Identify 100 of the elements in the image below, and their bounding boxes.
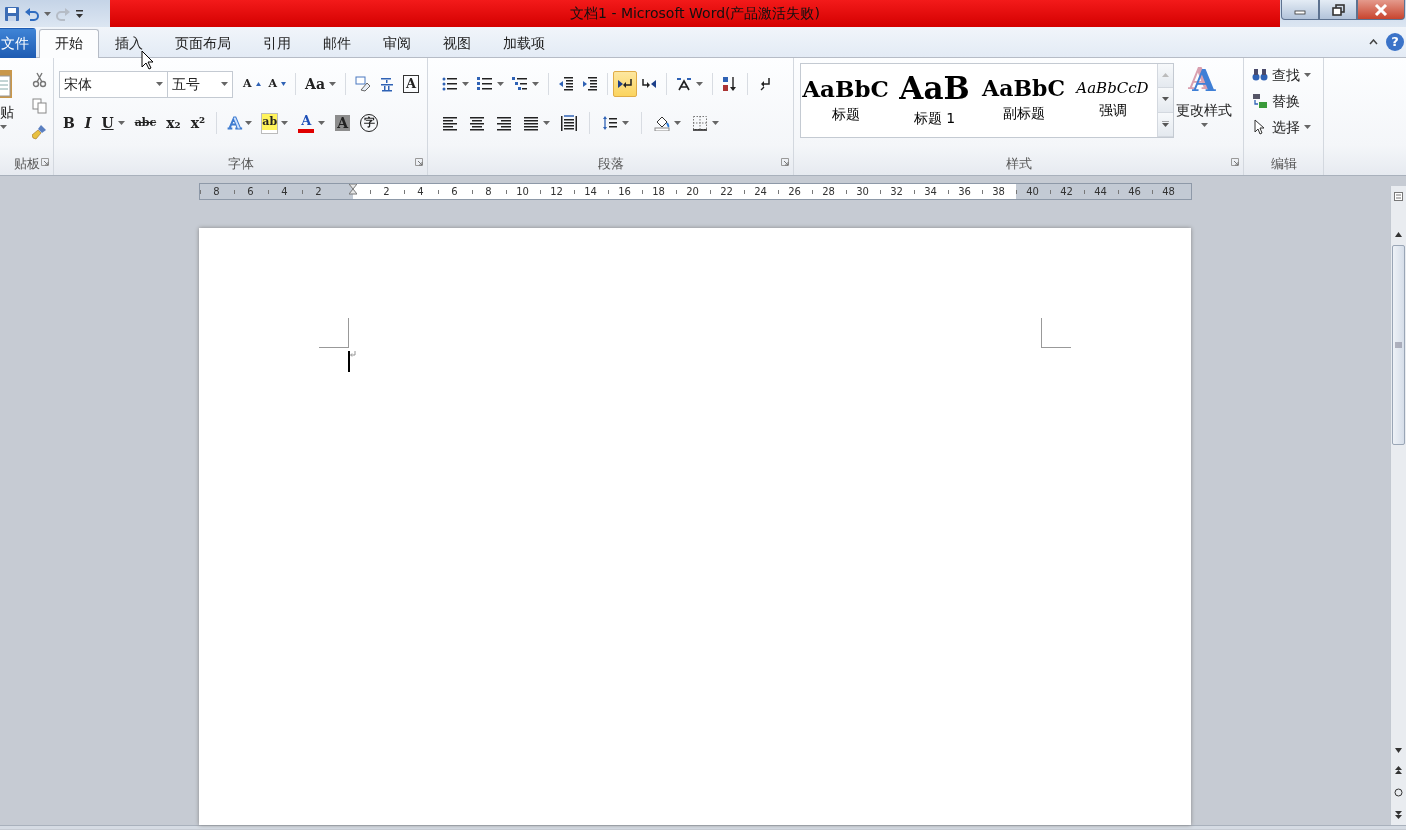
dialog-launcher-button[interactable] [41, 158, 49, 166]
character-border-button[interactable]: A [399, 71, 424, 97]
grip-icon [1395, 342, 1402, 348]
caret-icon [44, 11, 51, 16]
ruler-number: 32 [890, 185, 903, 199]
caret-icon [318, 121, 326, 125]
gallery-more-button[interactable] [1158, 112, 1173, 137]
clipboard-icon [0, 68, 14, 100]
ruler-number: 22 [720, 185, 733, 199]
group-label: 字体 [227, 155, 254, 174]
dialog-launcher-button[interactable] [781, 158, 789, 166]
font-color-button[interactable]: A [294, 110, 330, 136]
ruler-number: 48 [1162, 185, 1175, 199]
change-case-button[interactable]: Aa [301, 71, 341, 97]
style-option[interactable]: AaBbCcD 强调 [1068, 64, 1157, 137]
ruler-number: 10 [516, 185, 529, 199]
ruler-number: 4 [417, 185, 424, 199]
character-shading-button[interactable]: A [331, 110, 355, 136]
minimize-button[interactable] [1281, 0, 1319, 20]
ribbon-tab[interactable]: 插入 [99, 29, 159, 58]
caret-icon [117, 121, 125, 125]
file-tab[interactable]: 文件 [0, 28, 36, 58]
caret-icon [156, 82, 163, 86]
customize-icon[interactable] [75, 7, 84, 20]
ruler[interactable]: 8 6 4 2 2 4 6 8 10 12 14 16 18 20 22 24 26 28 30 32 34 36 38 40 42 44 46 48 [198, 183, 1192, 200]
ribbon-tab[interactable]: 审阅 [367, 29, 427, 58]
dialog-launcher-button[interactable] [415, 158, 423, 166]
align-center-icon [469, 115, 485, 131]
numbered-list-icon [477, 76, 493, 92]
caret-icon [532, 82, 539, 86]
caret-icon [543, 121, 550, 125]
align-right-icon [496, 115, 512, 131]
asian-layout-icon [676, 76, 692, 92]
find-button[interactable]: 查找 [1248, 62, 1315, 88]
ruler-number: 8 [213, 185, 220, 199]
ruler-number: 42 [1060, 185, 1073, 199]
caret-icon [281, 121, 289, 125]
font-size-dropdown[interactable]: 五号 [168, 70, 233, 98]
chevron-down-icon [1162, 97, 1169, 103]
ruler-number: 24 [754, 185, 767, 199]
scroll-thumb[interactable] [1392, 245, 1405, 445]
help-button[interactable]: ? [1386, 33, 1404, 51]
highlight-button[interactable]: ab [258, 110, 293, 136]
gallery-down-button[interactable] [1158, 88, 1173, 113]
style-option[interactable]: AaBbC 副标题 [979, 64, 1068, 137]
caret-icon [622, 121, 629, 125]
distributed-icon [561, 115, 577, 131]
ruler-number: 20 [686, 185, 699, 199]
up-arrow-icon [1394, 230, 1403, 239]
save-icon[interactable] [4, 5, 20, 22]
copy-icon [32, 98, 48, 114]
ribbon-tab[interactable]: 开始 [39, 29, 99, 58]
ribbon-tab[interactable]: 页面布局 [159, 29, 247, 58]
shrink-font-button[interactable]: A [264, 71, 291, 97]
caret-icon [497, 82, 504, 86]
left-to-right-button[interactable] [613, 71, 637, 97]
crop-mark [319, 318, 349, 348]
strikethrough-button[interactable]: abc [130, 110, 161, 136]
change-styles-button[interactable]: A 更改样式 [1174, 58, 1234, 153]
style-option[interactable]: AaB 标题 1 [890, 64, 979, 137]
caret-icon [1304, 125, 1311, 129]
close-icon [1374, 3, 1388, 16]
crop-mark [1041, 318, 1071, 348]
ribbon-tab[interactable]: 引用 [247, 29, 307, 58]
mouse-pointer-icon [141, 50, 154, 70]
style-option[interactable]: AaBbC 标题 [801, 64, 890, 137]
subscript-button[interactable]: x₂ [162, 110, 185, 136]
ruler-toggle-icon [1394, 191, 1403, 201]
chevron-up-icon [1162, 72, 1169, 79]
underline-button[interactable]: U [97, 110, 129, 136]
ribbon-tab[interactable]: 视图 [427, 29, 487, 58]
ruler-number: 28 [822, 185, 835, 199]
expand-icon [1162, 121, 1169, 128]
enclosed-character-button[interactable]: 字 [356, 110, 383, 136]
dialog-launcher-icon [1231, 158, 1239, 166]
bold-button[interactable]: B [59, 110, 79, 136]
dialog-launcher-button[interactable] [1231, 158, 1239, 166]
superscript-button[interactable]: x² [186, 110, 210, 136]
caret-icon [245, 121, 253, 125]
ruler-number: 26 [788, 185, 801, 199]
replace-button[interactable]: 替换 [1248, 88, 1315, 114]
restore-button[interactable] [1319, 0, 1357, 20]
caret-icon [674, 121, 681, 125]
italic-button[interactable]: I [80, 110, 96, 136]
caret-icon [329, 82, 337, 86]
undo-icon[interactable] [24, 5, 40, 22]
shrink-arrow-icon [281, 82, 287, 86]
ribbon-tab[interactable]: 加载项 [487, 29, 561, 58]
group-label: 编辑 [1270, 155, 1297, 174]
font-name-dropdown[interactable]: 宋体 [59, 70, 168, 98]
paste-button[interactable]: 贴 [0, 68, 14, 153]
select-button[interactable]: 选择 [1248, 114, 1315, 140]
dialog-launcher-icon [41, 158, 49, 166]
grow-font-button[interactable]: A [239, 71, 265, 97]
close-button[interactable] [1357, 0, 1405, 20]
borders-icon [692, 115, 708, 131]
ruler-number: 6 [451, 185, 458, 199]
collapse-ribbon-button[interactable] [1369, 39, 1378, 45]
caret-icon [712, 121, 719, 125]
ribbon-tab[interactable]: 邮件 [307, 29, 367, 58]
